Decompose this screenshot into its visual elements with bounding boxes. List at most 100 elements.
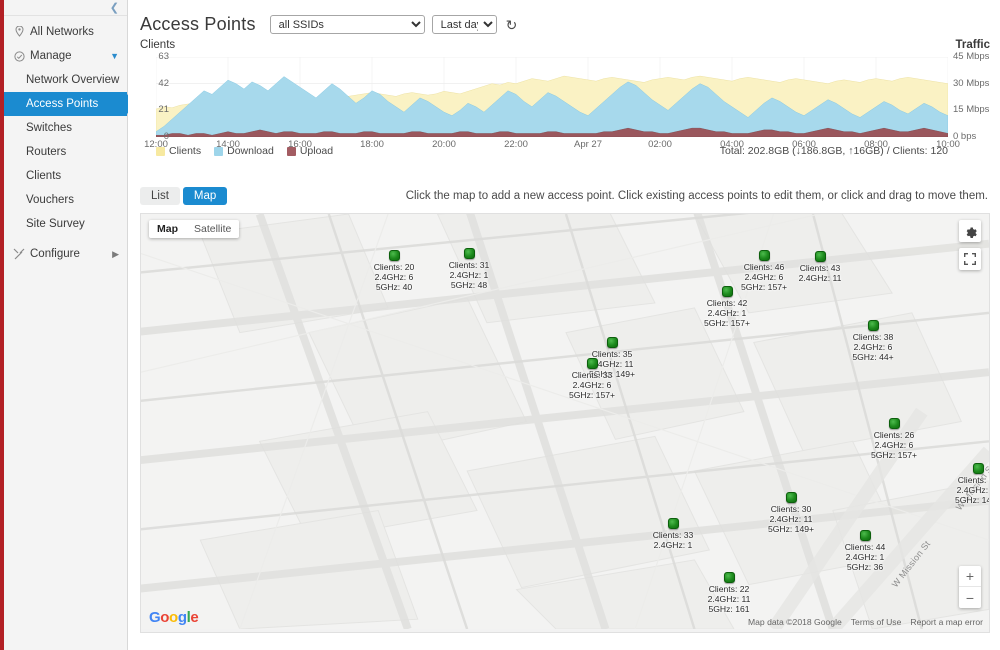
sidebar-item-configure[interactable]: Configure ▶ [4,242,127,266]
chart-svg [156,57,948,137]
sidebar-item-label: Access Points [26,98,99,110]
access-point-label-line: 5GHz: 149+ [767,524,815,535]
sidebar-item-routers[interactable]: Routers [4,140,127,164]
traffic-clients-chart: Clients Traffic 0 21 42 63 0 bps 15 Mbps 30 M… [140,39,990,171]
access-point-label-line: 2.4GHz: 1 [845,552,885,563]
chart-legend-item[interactable]: Download [214,145,274,157]
access-point-label: Clients: 542.4GHz: 115GHz: 149+ [948,475,989,506]
access-point-dot-icon[interactable] [867,320,879,331]
legend-swatch [156,146,165,156]
legend-swatch [214,146,224,156]
access-point-marker[interactable]: Clients: 31 2.4GHz: 1 5GHz: 48 [439,248,499,291]
map-type-control[interactable]: Map Satellite [149,220,240,238]
gear-icon[interactable] [959,220,981,242]
access-point-dot-icon[interactable] [972,463,984,474]
sidebar-item-label: Configure [30,248,80,260]
access-point-dot-icon[interactable] [388,250,400,261]
sidebar-item-vouchers[interactable]: Vouchers [4,188,127,212]
legend-label: Clients [169,145,202,157]
chart-x-tick: Apr 27 [574,139,602,150]
fullscreen-icon[interactable] [959,248,981,270]
sidebar-item-label: Routers [26,146,67,158]
sidebar-item-network-overview[interactable]: Network Overview [4,68,127,92]
chart-totals: Total: 202.8GB (↓186.8GB, ↑16GB) / Clien… [719,145,948,157]
access-point-marker[interactable]: Clients: 26 2.4GHz: 6 5GHz: 157+ [864,418,924,461]
access-point-marker[interactable]: Clients: 33 2.4GHz: 1 [643,518,703,550]
access-point-dot-icon[interactable] [667,518,679,529]
access-point-label-line: Clients: 26 [873,430,915,440]
chart-y2-tick: 45 Mbps [953,51,990,62]
sidebar-item-label: Network Overview [26,74,120,86]
chart-legend-item[interactable]: Clients [156,145,201,157]
access-point-marker[interactable]: Clients: 30 2.4GHz: 11 5GHz: 149+ [761,492,821,535]
access-point-label-line: 5GHz: 44+ [852,352,894,363]
access-point-dot-icon[interactable] [758,250,770,261]
report-map-error-link[interactable]: Report a map error [910,617,983,627]
map-type-map[interactable]: Map [149,220,186,238]
access-point-label-line: 2.4GHz: 11 [707,594,751,605]
chart-x-tick: 02:00 [648,139,672,150]
access-point-dot-icon[interactable] [859,530,871,541]
terms-of-use-link[interactable]: Terms of Use [851,617,902,627]
legend-swatch [286,146,296,156]
sidebar-item-all-networks[interactable]: All Networks [4,20,127,44]
access-point-dot-icon[interactable] [586,358,598,369]
view-tabs: List Map Click the map to add a new acce… [140,187,988,205]
chart-plot-area: 0 21 42 63 0 bps 15 Mbps 30 Mbps 45 Mbps 12:00… [144,51,989,150]
access-point-label-line: Clients: 43 [799,263,841,273]
access-point-label: Clients: 44 2.4GHz: 1 5GHz: 36 [835,542,895,573]
sidebar-item-manage[interactable]: Manage ▼ [4,44,127,68]
map-zoom-control[interactable]: + − [959,566,981,608]
time-range-select[interactable]: Last day [431,15,497,34]
access-point-marker[interactable]: Clients: 33 2.4GHz: 6 5GHz: 157+ [562,358,622,401]
zoom-in-button[interactable]: + [959,566,981,587]
access-point-label-line: 2.4GHz: 11 [798,273,842,284]
chart-x-tick: 18:00 [360,139,384,150]
access-point-marker[interactable]: Clients: 44 2.4GHz: 1 5GHz: 36 [835,530,895,573]
sidebar-item-clients[interactable]: Clients [4,164,127,188]
chart-left-axis-title: Clients [140,39,176,51]
access-point-dot-icon[interactable] [606,337,618,348]
access-point-marker[interactable]: Clients: 22 2.4GHz: 11 5GHz: 161 [699,572,759,615]
chart-legend-item[interactable]: Upload [286,145,334,157]
circle-check-icon [12,50,26,62]
access-point-label-line: 2.4GHz: 6 [374,272,414,283]
access-point-marker[interactable]: Clients: 43 2.4GHz: 11 [790,251,850,283]
ssid-filter-select[interactable]: all SSIDs [269,15,425,34]
access-point-dot-icon[interactable] [785,492,797,503]
chevron-left-icon: ❮ [109,2,119,14]
tab-list[interactable]: List [140,187,180,205]
access-point-label: Clients: 38 2.4GHz: 6 5GHz: 44+ [843,332,903,363]
chevron-down-icon: ▼ [110,51,119,61]
google-logo: Google [149,609,199,626]
tab-map[interactable]: Map [182,187,228,205]
refresh-icon[interactable]: ↻ [506,18,518,32]
map-type-satellite[interactable]: Satellite [186,220,239,238]
sidebar-item-label: Switches [26,122,73,134]
access-point-marker[interactable]: Clients: 38 2.4GHz: 6 5GHz: 44+ [843,320,903,363]
access-point-label: Clients: 42 2.4GHz: 1 5GHz: 157+ [697,298,757,329]
sidebar-item-access-points[interactable]: Access Points [4,92,135,116]
access-point-label-line: 5GHz: 157+ [703,318,751,329]
access-point-marker[interactable]: Clients: 20 2.4GHz: 6 5GHz: 40 [364,250,424,293]
access-point-label-line: Clients: 46 [743,262,785,272]
sidebar-item-site-survey[interactable]: Site Survey [4,212,127,236]
access-point-label-line: Clients: 22 [708,584,750,594]
access-point-dot-icon[interactable] [888,418,900,429]
page-title: Access Points [140,14,256,34]
access-point-dot-icon[interactable] [814,251,826,262]
legend-label: Upload [299,145,334,157]
access-point-dot-icon[interactable] [723,572,735,583]
sidebar-item-switches[interactable]: Switches [4,116,127,140]
sidebar-collapse-button[interactable]: ❮ [4,0,127,16]
access-point-marker[interactable]: Clients: 42 2.4GHz: 1 5GHz: 157+ [697,286,757,329]
access-point-map[interactable]: Map Satellite + − W Mission St W Mission… [140,213,990,633]
access-point-label-line: Clients: 20 [373,262,415,272]
access-point-marker[interactable]: Clients: 542.4GHz: 115GHz: 149+ [948,463,989,506]
zoom-out-button[interactable]: − [959,587,981,608]
access-point-dot-icon[interactable] [721,286,733,297]
access-point-label-line: 2.4GHz: 1 [707,308,747,319]
access-point-label-line: Clients: 30 [770,504,812,514]
access-point-label-line: Clients: 33 [571,370,613,380]
access-point-dot-icon[interactable] [463,248,475,259]
